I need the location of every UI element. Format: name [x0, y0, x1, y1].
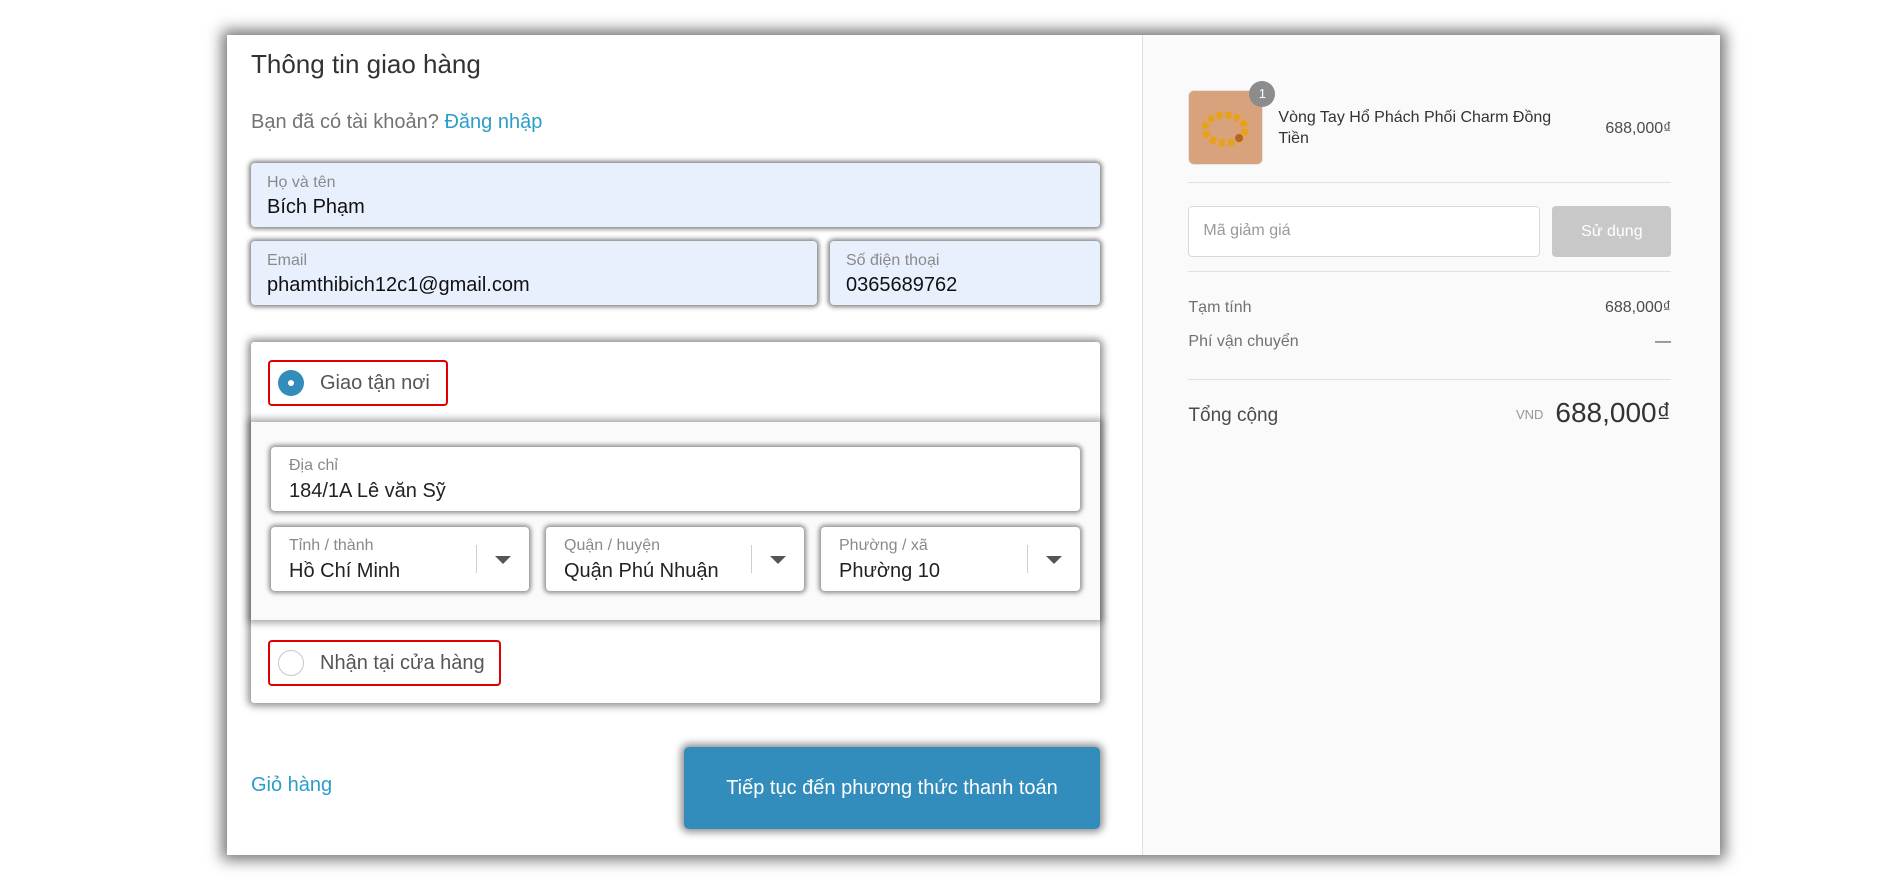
email-value: phamthibich12c1@gmail.com [267, 274, 530, 296]
province-label: Tỉnh / thành [289, 537, 374, 554]
province-select[interactable]: Tỉnh / thành Hồ Chí Minh [271, 527, 529, 591]
main-content: Thông tin giao hàng Bạn đã có tài khoản?… [227, 35, 1143, 855]
total-amount: VND 688,000₫ [1516, 397, 1671, 429]
shipping-fee-value: — [1655, 333, 1671, 350]
quantity-badge: 1 [1249, 81, 1276, 107]
delivery-method-box: Giao tận nơi Địa chỉ 184/1A Lê văn Sỹ Tỉ… [251, 342, 1100, 703]
phone-field[interactable]: Số điện thoại 0365689762 [830, 241, 1100, 305]
fullname-label: Họ và tên [267, 174, 336, 191]
subtotal-label: Tạm tính [1188, 299, 1252, 316]
chevron-down-icon[interactable] [1046, 556, 1062, 564]
discount-code-input[interactable]: Mã giảm giá [1188, 206, 1541, 257]
ward-select[interactable]: Phường / xã Phường 10 [821, 527, 1080, 591]
page-title: Thông tin giao hàng [251, 49, 481, 79]
order-summary: 1 Vòng Tay Hổ Phách Phối Charm Đồng Tiền… [1142, 35, 1720, 855]
have-account-text: Bạn đã có tài khoản? [251, 111, 439, 133]
subtotal-value: 688,000₫ [1604, 299, 1671, 316]
login-prompt: Bạn đã có tài khoản? Đăng nhập [251, 111, 542, 134]
province-value: Hồ Chí Minh [289, 560, 401, 582]
product-row: 1 Vòng Tay Hổ Phách Phối Charm Đồng Tiền… [1188, 81, 1672, 165]
divider [1188, 182, 1672, 183]
delivery-option-home-label: Giao tận nơi [320, 371, 430, 394]
ward-label: Phường / xã [839, 537, 928, 554]
address-field[interactable]: Địa chỉ 184/1A Lê văn Sỹ [271, 447, 1080, 511]
discount-placeholder: Mã giảm giá [1203, 222, 1291, 239]
phone-label: Số điện thoại [846, 252, 940, 269]
delivery-option-store-label: Nhận tại cửa hàng [320, 651, 485, 674]
email-field[interactable]: Email phamthibich12c1@gmail.com [251, 241, 817, 305]
delivery-option-home[interactable]: Giao tận nơi [268, 360, 448, 406]
chevron-down-icon[interactable] [770, 556, 786, 564]
product-price: 688,000₫ [1605, 120, 1672, 137]
currency-code: VND [1515, 407, 1544, 422]
phone-value: 0365689762 [846, 274, 958, 296]
total-label: Tổng cộng [1188, 405, 1279, 426]
login-link[interactable]: Đăng nhập [444, 111, 542, 133]
ward-value: Phường 10 [839, 560, 941, 582]
product-thumbnail: 1 [1188, 81, 1276, 165]
district-select[interactable]: Quận / huyện Quận Phú Nhuận [546, 527, 804, 591]
delivery-option-store[interactable]: Nhận tại cửa hàng [268, 640, 501, 686]
divider [1188, 379, 1672, 380]
select-divider [751, 545, 752, 573]
email-label: Email [267, 252, 308, 269]
total-value: 688,000₫ [1555, 397, 1671, 428]
chevron-down-icon[interactable] [495, 556, 511, 564]
page: Thông tin giao hàng Bạn đã có tài khoản?… [0, 0, 1879, 890]
radio-unselected-icon[interactable] [278, 650, 304, 676]
address-section: Địa chỉ 184/1A Lê văn Sỹ Tỉnh / thành Hồ… [251, 422, 1100, 620]
fullname-value: Bích Phạm [267, 196, 365, 218]
fullname-field[interactable]: Họ và tên Bích Phạm [251, 163, 1100, 227]
continue-to-payment-button[interactable]: Tiếp tục đến phương thức thanh toán [684, 747, 1100, 829]
address-label: Địa chỉ [289, 457, 338, 474]
shipping-fee-label: Phí vận chuyển [1188, 333, 1299, 350]
address-value: 184/1A Lê văn Sỹ [289, 480, 446, 502]
apply-discount-button[interactable]: Sử dụng [1552, 206, 1672, 257]
select-divider [1027, 545, 1028, 573]
cart-back-link[interactable]: Giỏ hàng [251, 774, 332, 797]
checkout-window: Thông tin giao hàng Bạn đã có tài khoản?… [227, 35, 1720, 855]
product-name: Vòng Tay Hổ Phách Phối Charm Đồng Tiền [1278, 109, 1552, 147]
divider [1188, 271, 1672, 272]
district-label: Quận / huyện [564, 537, 661, 554]
select-divider [476, 545, 477, 573]
district-value: Quận Phú Nhuận [564, 560, 719, 582]
radio-selected-icon[interactable] [278, 370, 304, 396]
